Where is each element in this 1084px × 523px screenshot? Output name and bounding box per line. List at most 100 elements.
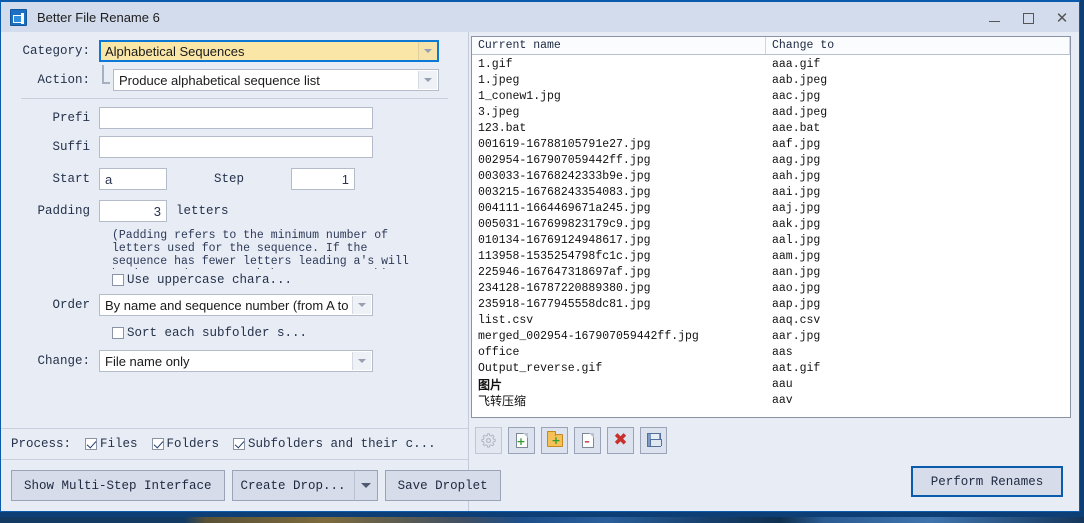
- settings-button[interactable]: [475, 426, 502, 454]
- table-row[interactable]: 003033-16768242333b9e.jpg aah.jpg: [472, 168, 1070, 184]
- cell-change-to: aat.gif: [772, 361, 821, 375]
- window-title: Better File Rename 6: [37, 9, 160, 25]
- left-button-bar: Show Multi-Step Interface Create Drop...…: [1, 459, 501, 511]
- table-row[interactable]: 图片 aau: [472, 376, 1070, 392]
- uppercase-checkbox[interactable]: [112, 274, 124, 286]
- chevron-down-icon: [418, 42, 437, 60]
- uppercase-checkbox-row[interactable]: Use uppercase chara...: [112, 273, 458, 287]
- add-files-button[interactable]: +: [508, 426, 535, 454]
- process-files-label: Files: [100, 437, 138, 451]
- window-controls: ✕: [977, 2, 1079, 34]
- table-row[interactable]: 004111-1664469671a245.jpg aaj.jpg: [472, 200, 1070, 216]
- process-options-bar: Process: Files Folders Subfolders and th…: [1, 428, 468, 459]
- cell-current-name: 004111-1664469671a245.jpg: [478, 201, 651, 215]
- cell-current-name: 1.gif: [478, 57, 513, 71]
- process-folders-row[interactable]: Folders: [151, 437, 219, 451]
- table-row[interactable]: 123.bat aae.bat: [472, 120, 1070, 136]
- order-value: By name and sequence number (from A to Z…: [105, 297, 365, 313]
- cell-current-name: list.csv: [478, 313, 534, 327]
- table-row[interactable]: 003215-16768243354083.jpg aai.jpg: [472, 184, 1070, 200]
- change-value: File name only: [105, 353, 190, 369]
- add-folder-button[interactable]: +: [541, 426, 568, 454]
- sort-subfolder-checkbox-row[interactable]: Sort each subfolder s...: [112, 326, 458, 340]
- cell-change-to: aaa.gif: [772, 57, 821, 71]
- table-row[interactable]: 225946-167647318697af.jpg aan.jpg: [472, 264, 1070, 280]
- table-row[interactable]: list.csv aaq.csv: [472, 312, 1070, 328]
- start-label: Start: [52, 172, 90, 186]
- padding-input[interactable]: 3: [99, 200, 167, 222]
- close-button[interactable]: ✕: [1045, 2, 1079, 34]
- process-subfolders-row[interactable]: Subfolders and their c...: [233, 437, 436, 451]
- cell-change-to: aan.jpg: [772, 265, 821, 279]
- table-row[interactable]: 飞转压缩 aav: [472, 392, 1070, 408]
- save-list-button[interactable]: [640, 426, 667, 454]
- start-input[interactable]: a: [99, 168, 167, 190]
- table-row[interactable]: 3.jpeg aad.jpeg: [472, 104, 1070, 120]
- cell-change-to: aaf.jpg: [772, 137, 821, 151]
- table-row[interactable]: 010134-16769124948617.jpg aal.jpg: [472, 232, 1070, 248]
- order-row: Order By name and sequence number (from …: [11, 294, 458, 316]
- category-value: Alphabetical Sequences: [105, 43, 245, 59]
- table-row[interactable]: 234128-16787220889380.jpg aao.jpg: [472, 280, 1070, 296]
- list-body[interactable]: 1.gif aaa.gif 1.jpeg aab.jpeg 1_conew1.jpg aa…: [472, 55, 1070, 417]
- cell-change-to: aad.jpeg: [772, 105, 828, 119]
- cell-current-name: 飞转压缩: [478, 393, 527, 408]
- cell-current-name: 234128-16787220889380.jpg: [478, 281, 651, 295]
- app-window: Better File Rename 6 ✕ Category: Alphabe…: [0, 0, 1080, 512]
- table-row[interactable]: 235918-1677945558dc81.jpg aap.jpg: [472, 296, 1070, 312]
- column-header-change-to[interactable]: Change to: [766, 37, 1070, 54]
- table-row[interactable]: 113958-1535254798fc1c.jpg aam.jpg: [472, 248, 1070, 264]
- table-row[interactable]: 005031-167699823179c9.jpg aak.jpg: [472, 216, 1070, 232]
- maximize-button[interactable]: [1011, 2, 1045, 34]
- order-select[interactable]: By name and sequence number (from A to Z…: [99, 294, 373, 316]
- table-row[interactable]: 002954-167907059442ff.jpg aag.jpg: [472, 152, 1070, 168]
- gear-icon: [481, 432, 496, 448]
- table-row[interactable]: 1.jpeg aab.jpeg: [472, 72, 1070, 88]
- action-select[interactable]: Produce alphabetical sequence list: [113, 69, 439, 91]
- padding-row: Padding 3 letters: [11, 200, 458, 222]
- taskbar[interactable]: [0, 517, 1084, 523]
- add-file-icon: +: [515, 432, 528, 448]
- cell-change-to: aag.jpg: [772, 153, 821, 167]
- minimize-button[interactable]: [977, 2, 1011, 34]
- create-droplet-dropdown-icon[interactable]: [353, 470, 378, 501]
- cell-current-name: 图片: [478, 377, 503, 392]
- cell-change-to: aah.jpg: [772, 169, 821, 183]
- padding-label: Padding: [37, 204, 90, 218]
- category-row: Category: Alphabetical Sequences: [11, 40, 458, 62]
- process-folders-checkbox[interactable]: [151, 438, 164, 450]
- minimize-icon: [988, 20, 1000, 22]
- clear-list-button[interactable]: ✖: [607, 426, 634, 454]
- cell-change-to: aak.jpg: [772, 217, 821, 231]
- step-label: Step: [213, 172, 244, 186]
- create-droplet-button[interactable]: Create Drop...: [231, 470, 354, 501]
- process-files-checkbox[interactable]: [85, 438, 98, 450]
- table-row[interactable]: office aas: [472, 344, 1070, 360]
- column-header-current-name[interactable]: Current name: [472, 37, 766, 54]
- table-row[interactable]: 1.gif aaa.gif: [472, 56, 1070, 72]
- process-files-row[interactable]: Files: [85, 437, 138, 451]
- rename-options-form: Category: Alphabetical Sequences Action:…: [1, 32, 468, 385]
- close-icon: ✕: [1055, 8, 1069, 27]
- table-row[interactable]: merged_002954-167907059442ff.jpg aar.jpg: [472, 328, 1070, 344]
- table-row[interactable]: Output_reverse.gif aat.gif: [472, 360, 1070, 376]
- cell-change-to: aae.bat: [772, 121, 821, 135]
- show-multi-step-interface-button[interactable]: Show Multi-Step Interface: [11, 470, 225, 501]
- cell-change-to: aaq.csv: [772, 313, 821, 327]
- change-select[interactable]: File name only: [99, 350, 373, 372]
- sort-subfolder-checkbox[interactable]: [112, 327, 124, 339]
- start-step-row: Start a Step 1: [11, 168, 458, 190]
- step-input[interactable]: 1: [291, 168, 355, 190]
- add-folder-icon: +: [546, 430, 563, 447]
- cell-change-to: aac.jpg: [772, 89, 821, 103]
- remove-file-button[interactable]: –: [574, 426, 601, 454]
- uppercase-label: Use uppercase chara...: [127, 273, 293, 287]
- category-select[interactable]: Alphabetical Sequences: [99, 40, 439, 62]
- prefix-input[interactable]: [99, 107, 373, 129]
- suffix-input[interactable]: [99, 136, 373, 158]
- cell-current-name: 003215-16768243354083.jpg: [478, 185, 651, 199]
- table-row[interactable]: 1_conew1.jpg aac.jpg: [472, 88, 1070, 104]
- process-subfolders-checkbox[interactable]: [233, 438, 246, 450]
- table-row[interactable]: 001619-16788105791e27.jpg aaf.jpg: [472, 136, 1070, 152]
- perform-renames-button[interactable]: Perform Renames: [911, 466, 1063, 497]
